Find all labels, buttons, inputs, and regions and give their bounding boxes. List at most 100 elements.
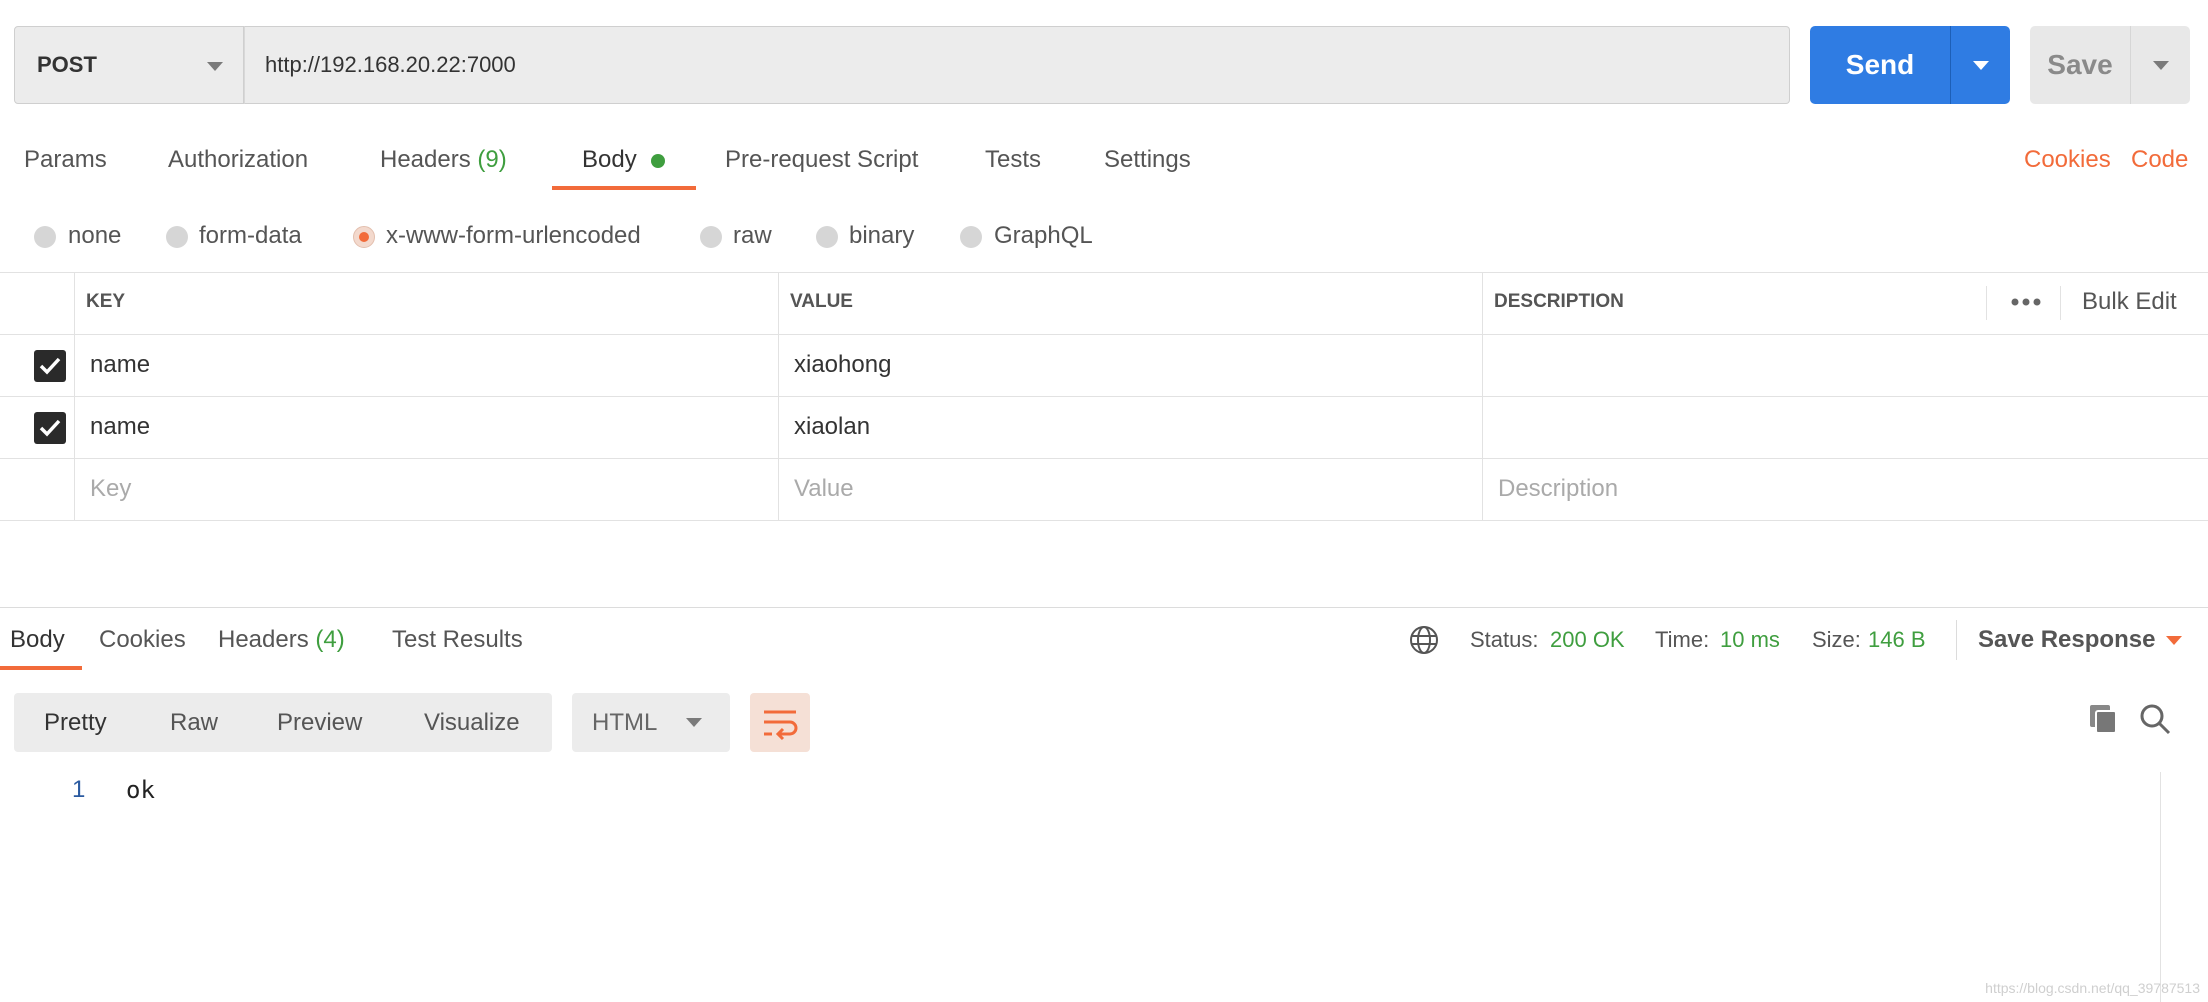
value-input-placeholder[interactable]: Value [794, 458, 854, 520]
radio-label: form-data [199, 222, 302, 249]
row-enabled-checkbox[interactable] [34, 412, 66, 444]
radio-circle [34, 226, 56, 248]
view-mode-preview[interactable]: Preview [277, 693, 362, 752]
column-header-key: KEY [86, 291, 126, 312]
status-value: 200 OK [1550, 627, 1625, 652]
tab-label: Tests [985, 146, 1042, 173]
table-border [0, 396, 2208, 397]
tab-label: Body [582, 146, 637, 173]
method-select[interactable]: POST [14, 26, 244, 104]
radio-label: none [68, 222, 122, 249]
description-input-placeholder[interactable]: Description [1498, 458, 1618, 520]
table-border [0, 334, 2208, 335]
tab-label: Headers [218, 626, 309, 653]
send-options-button[interactable] [1950, 26, 2010, 104]
row-enabled-checkbox[interactable] [34, 350, 66, 382]
response-body-line[interactable]: ok [126, 770, 155, 810]
save-response-button[interactable]: Save Response [1978, 620, 2155, 660]
time-label: Time: [1655, 627, 1710, 652]
radio-x-www-form-urlencoded[interactable]: x-www-form-urlencoded [353, 216, 673, 256]
url-input[interactable]: http://192.168.20.22:7000 [244, 26, 1790, 104]
time-value: 10 ms [1720, 627, 1780, 652]
view-mode-raw[interactable]: Raw [170, 693, 218, 752]
tab-label: Params [24, 146, 107, 173]
table-border [0, 458, 2208, 459]
format-label: HTML [592, 709, 658, 736]
tab-label: Headers [380, 146, 471, 173]
headers-count: (4) [315, 626, 345, 653]
radio-circle [166, 226, 188, 248]
tab-label: Authorization [168, 146, 309, 173]
response-tab-test-results[interactable]: Test Results [392, 620, 523, 660]
tab-body[interactable]: Body [582, 140, 637, 180]
chevron-down-icon [2153, 61, 2169, 70]
radio-none[interactable]: none [34, 216, 144, 256]
copy-icon[interactable] [2086, 702, 2120, 736]
cookies-link[interactable]: Cookies [2024, 140, 2111, 180]
format-select[interactable]: HTML [572, 693, 730, 752]
url-value: http://192.168.20.22:7000 [265, 52, 516, 77]
tab-settings[interactable]: Settings [1104, 140, 1191, 180]
method-label: POST [37, 52, 97, 77]
tab-label: Settings [1104, 146, 1191, 173]
chevron-down-icon [207, 62, 223, 71]
column-header-description: DESCRIPTION [1494, 291, 1624, 312]
line-number: 1 [72, 776, 86, 803]
radio-raw[interactable]: raw [700, 216, 790, 256]
key-input-placeholder[interactable]: Key [90, 458, 131, 520]
view-mode-pretty[interactable]: Pretty [44, 693, 107, 752]
search-icon[interactable] [2138, 702, 2172, 736]
response-tab-headers[interactable]: Headers (4) [218, 620, 345, 660]
radio-form-data[interactable]: form-data [166, 216, 326, 256]
bulk-edit-link[interactable]: Bulk Edit [2082, 272, 2177, 332]
radio-label: binary [849, 222, 915, 249]
response-tab-cookies[interactable]: Cookies [99, 620, 186, 660]
table-border [0, 272, 2208, 273]
row-key[interactable]: name [90, 396, 150, 458]
wrap-lines-icon [764, 710, 798, 741]
checkmark-icon [39, 357, 61, 375]
send-button[interactable]: Send [1810, 26, 1950, 104]
chevron-down-icon[interactable] [2166, 636, 2182, 645]
chevron-down-icon [1973, 61, 1989, 70]
column-header-value: VALUE [790, 291, 853, 312]
headers-count: (9) [477, 146, 507, 173]
column-divider [1482, 272, 1483, 520]
watermark-text: https://blog.csdn.net/qq_39787513 [1985, 980, 2200, 996]
radio-circle-selected [353, 226, 375, 248]
checkmark-icon [39, 419, 61, 437]
wrap-lines-button[interactable] [750, 693, 810, 752]
tab-authorization[interactable]: Authorization [168, 140, 308, 180]
active-tab-underline [0, 666, 82, 670]
column-divider [2060, 286, 2061, 320]
row-key[interactable]: name [90, 334, 150, 396]
save-options-button[interactable] [2130, 26, 2190, 104]
code-link[interactable]: Code [2131, 140, 2188, 180]
radio-circle [700, 226, 722, 248]
more-options-icon[interactable] [2006, 272, 2046, 332]
tab-params[interactable]: Params [24, 140, 107, 180]
scrollbar-track[interactable] [2160, 772, 2161, 1002]
tab-tests[interactable]: Tests [985, 140, 1041, 180]
tab-pre-request-script[interactable]: Pre-request Script [725, 140, 918, 180]
response-tab-body[interactable]: Body [10, 620, 65, 660]
size-value: 146 B [1868, 627, 1926, 652]
radio-label: raw [733, 222, 772, 249]
section-divider [0, 607, 2208, 608]
save-response-label: Save Response [1978, 626, 2156, 653]
tab-headers[interactable]: Headers (9) [380, 140, 507, 180]
radio-graphql[interactable]: GraphQL [960, 216, 1110, 256]
row-value[interactable]: xiaolan [794, 396, 870, 458]
column-divider [74, 272, 75, 520]
radio-label: x-www-form-urlencoded [386, 222, 641, 249]
column-divider [1986, 286, 1987, 320]
radio-binary[interactable]: binary [816, 216, 946, 256]
save-button[interactable]: Save [2030, 26, 2130, 104]
status-label: Status: [1470, 627, 1539, 652]
size-label: Size: [1812, 627, 1861, 652]
row-value[interactable]: xiaohong [794, 334, 891, 396]
table-border [0, 520, 2208, 521]
view-mode-visualize[interactable]: Visualize [424, 693, 520, 752]
globe-icon[interactable] [1408, 624, 1440, 656]
divider [1956, 620, 1957, 660]
